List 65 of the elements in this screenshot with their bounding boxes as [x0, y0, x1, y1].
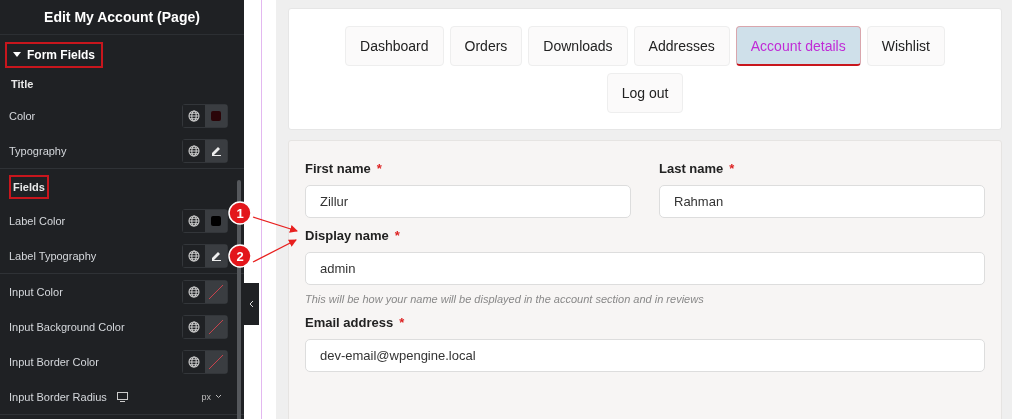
account-tab[interactable]: Downloads: [528, 26, 628, 66]
global-button[interactable]: [183, 104, 205, 127]
globe-icon: [188, 249, 200, 262]
text-field[interactable]: Rahman: [659, 185, 985, 218]
field-label: Last name: [659, 161, 724, 176]
global-button[interactable]: [183, 139, 205, 162]
text-field[interactable]: admin: [305, 252, 985, 285]
global-button[interactable]: [183, 280, 205, 303]
pencil-icon: [210, 145, 222, 156]
globe-icon: [188, 214, 200, 227]
control-label: Label Typography: [9, 249, 97, 262]
field-label: Email address: [305, 315, 394, 330]
group-heading: Title: [10, 77, 35, 92]
callout-arrow: [252, 216, 298, 233]
empty-color-icon: [208, 283, 224, 300]
control-label: Input Background Color: [9, 320, 125, 333]
section-header[interactable]: Form Fields: [5, 42, 103, 68]
global-button[interactable]: [183, 315, 205, 338]
global-button[interactable]: [183, 244, 205, 267]
globe-icon: [188, 109, 200, 122]
color-picker[interactable]: [205, 209, 227, 232]
account-tab[interactable]: Addresses: [633, 26, 730, 66]
global-button[interactable]: [183, 209, 205, 232]
account-tab[interactable]: Log out: [606, 72, 684, 113]
pencil-icon: [210, 250, 222, 261]
panel-title: Edit My Account (Page): [0, 0, 244, 35]
text-field[interactable]: Zillur: [305, 185, 631, 218]
chevron-down-icon: [215, 394, 222, 399]
globe-icon: [188, 285, 200, 298]
help-text: This will be how your name will be displayed in the account section and in reviews: [305, 293, 705, 305]
required-mark: *: [399, 315, 405, 330]
edit-button[interactable]: [205, 139, 227, 162]
text-field[interactable]: dev-email@wpengine.local: [305, 339, 985, 372]
unit-selector[interactable]: px: [195, 390, 228, 403]
empty-color-icon: [208, 318, 224, 335]
callout-badge: 2: [228, 244, 252, 268]
control-label: Input Color: [9, 285, 63, 298]
control-label: Color: [9, 109, 36, 122]
control-label: Label Color: [9, 214, 66, 227]
field-label: Display name: [305, 228, 389, 243]
globe-icon: [188, 320, 200, 333]
account-tab[interactable]: Dashboard: [345, 26, 444, 66]
account-tab[interactable]: Wishlist: [866, 26, 945, 66]
control-label: Input Border Radius: [9, 390, 107, 403]
account-tab[interactable]: Orders: [449, 26, 523, 66]
callout-badge: 1: [228, 201, 252, 225]
empty-color-icon: [208, 353, 224, 370]
required-mark: *: [394, 228, 400, 243]
color-picker[interactable]: [205, 280, 227, 303]
color-picker[interactable]: [205, 350, 227, 373]
field-label: First name: [305, 161, 371, 176]
callout-arrow: [252, 239, 297, 263]
group-heading: Fields: [9, 175, 49, 199]
required-mark: *: [729, 161, 735, 176]
control-label: Input Border Color: [9, 355, 99, 368]
edit-button[interactable]: [205, 244, 227, 267]
required-mark: *: [376, 161, 382, 176]
color-picker[interactable]: [205, 104, 227, 127]
globe-icon: [188, 144, 200, 157]
color-picker[interactable]: [205, 315, 227, 338]
global-button[interactable]: [183, 350, 205, 373]
chevron-left-icon: [249, 300, 254, 308]
control-label: Typography: [9, 144, 67, 157]
globe-icon: [188, 355, 200, 368]
monitor-icon: [116, 391, 128, 402]
